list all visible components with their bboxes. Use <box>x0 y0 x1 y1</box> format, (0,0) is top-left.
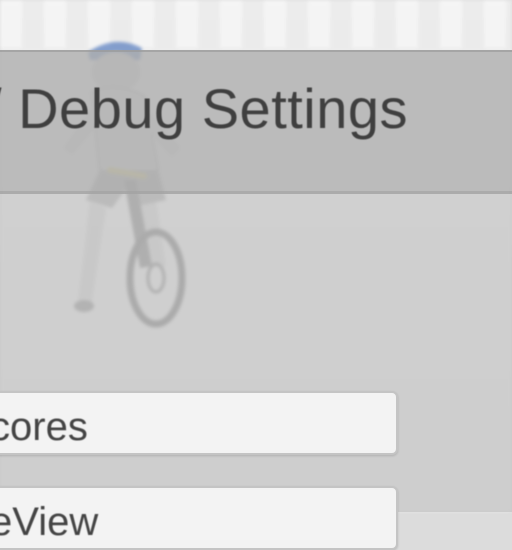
scores-button-label: cores <box>0 405 88 449</box>
view-button-label: eView <box>0 500 99 544</box>
page-title: / Debug Settings <box>0 77 409 140</box>
scores-button[interactable]: cores <box>0 391 398 455</box>
view-button[interactable]: eView <box>0 486 398 550</box>
